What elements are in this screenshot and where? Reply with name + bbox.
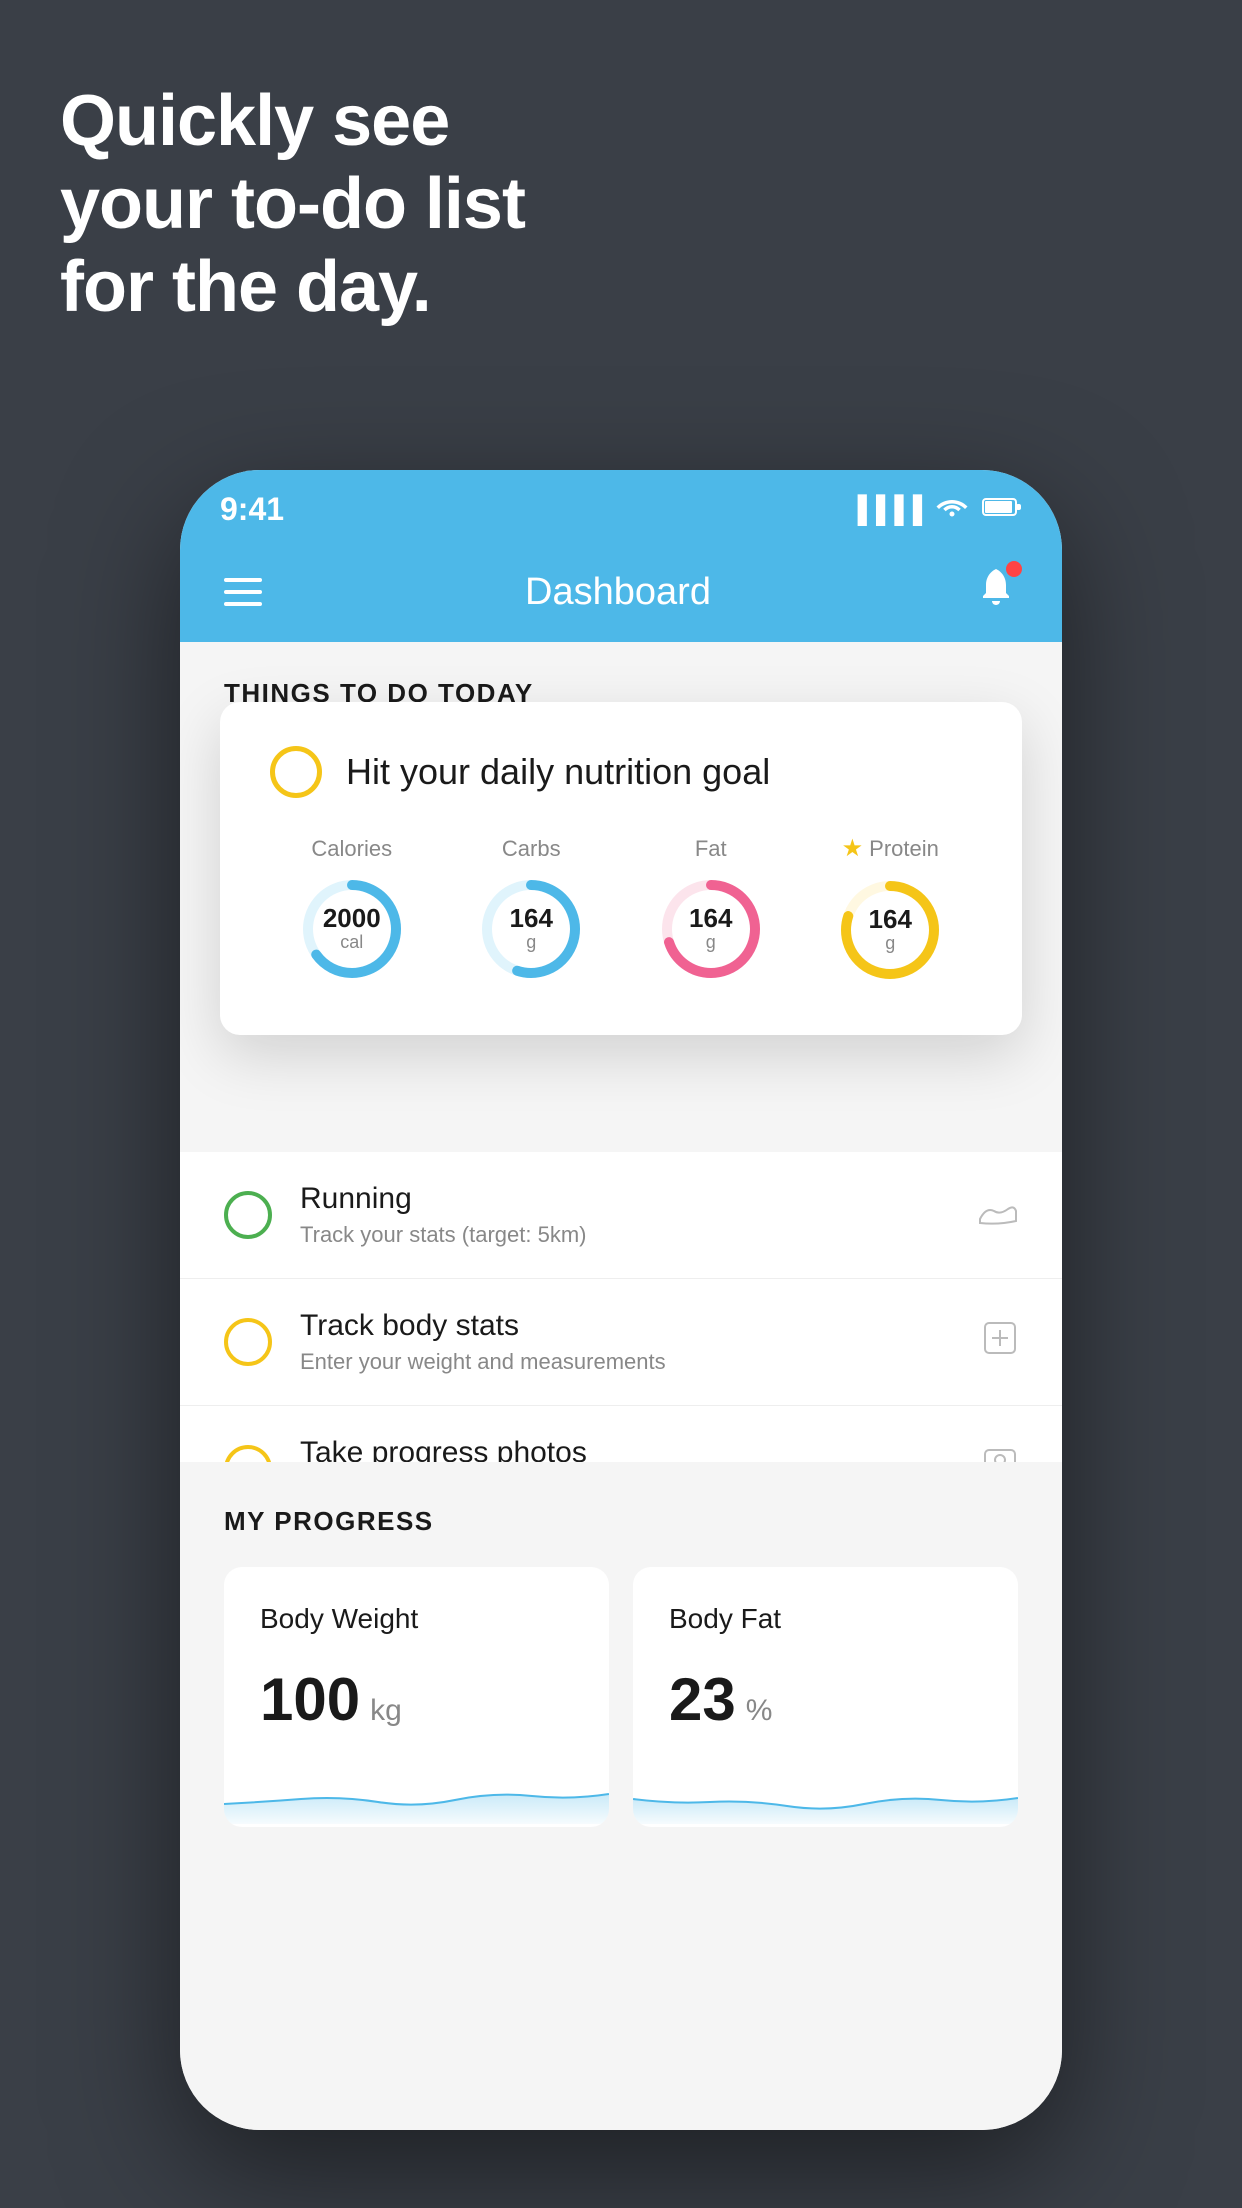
carbs-ring: 164 g: [476, 874, 586, 984]
todo-text-running: Running Track your stats (target: 5km): [300, 1182, 950, 1248]
todo-circle-running: [224, 1191, 272, 1239]
body-fat-label: Body Fat: [669, 1603, 982, 1635]
stat-protein: ★ Protein 164 g: [835, 834, 945, 985]
nutrition-stats: Calories 2000 cal Carbs: [270, 834, 972, 985]
protein-label: ★ Protein: [842, 834, 939, 863]
progress-title: MY PROGRESS: [224, 1506, 1018, 1537]
stat-calories: Calories 2000 cal: [297, 836, 407, 984]
body-weight-unit: kg: [370, 1694, 402, 1728]
todo-item-body-stats[interactable]: Track body stats Enter your weight and m…: [180, 1279, 1062, 1406]
nutrition-header: Hit your daily nutrition goal: [270, 746, 972, 798]
notification-bell-icon[interactable]: [974, 565, 1018, 619]
status-icons: ▐▐▐▐: [848, 494, 1022, 525]
body-fat-chart: [633, 1764, 1018, 1824]
progress-section: MY PROGRESS Body Weight 100 kg: [180, 1462, 1062, 1827]
content-area: THINGS TO DO TODAY Hit your daily nutrit…: [180, 642, 1062, 2130]
todo-title-body-stats: Track body stats: [300, 1309, 954, 1343]
calories-ring: 2000 cal: [297, 874, 407, 984]
todo-title-running: Running: [300, 1182, 950, 1216]
todo-text-body-stats: Track body stats Enter your weight and m…: [300, 1309, 954, 1375]
body-fat-value-row: 23 %: [669, 1665, 982, 1734]
body-weight-label: Body Weight: [260, 1603, 573, 1635]
body-fat-unit: %: [746, 1694, 773, 1728]
status-bar: 9:41 ▐▐▐▐: [180, 470, 1062, 542]
calories-value: 2000: [323, 903, 381, 933]
body-weight-card: Body Weight 100 kg: [224, 1567, 609, 1827]
fat-ring: 164 g: [656, 874, 766, 984]
hero-line2: your to-do list: [60, 163, 525, 246]
notification-dot: [1006, 561, 1022, 577]
signal-icon: ▐▐▐▐: [848, 494, 922, 525]
nutrition-status-circle: [270, 746, 322, 798]
todo-subtitle-running: Track your stats (target: 5km): [300, 1222, 950, 1248]
carbs-value: 164: [510, 903, 553, 933]
todo-circle-body-stats: [224, 1318, 272, 1366]
stat-fat: Fat 164 g: [656, 836, 766, 984]
protein-ring: 164 g: [835, 875, 945, 985]
body-weight-chart: [224, 1764, 609, 1824]
body-fat-number: 23: [669, 1665, 736, 1734]
protein-value: 164: [869, 904, 912, 934]
nutrition-card: Hit your daily nutrition goal Calories 2…: [220, 702, 1022, 1035]
hero-line1: Quickly see: [60, 80, 525, 163]
fat-value: 164: [689, 903, 732, 933]
todo-subtitle-body-stats: Enter your weight and measurements: [300, 1349, 954, 1375]
body-fat-card: Body Fat 23 %: [633, 1567, 1018, 1827]
progress-cards: Body Weight 100 kg: [224, 1567, 1018, 1827]
shoe-icon: [978, 1194, 1018, 1236]
fat-label: Fat: [695, 836, 727, 862]
status-time: 9:41: [220, 491, 284, 528]
hamburger-menu-icon[interactable]: [224, 578, 262, 606]
hero-text: Quickly see your to-do list for the day.: [60, 80, 525, 328]
todo-item-running[interactable]: Running Track your stats (target: 5km): [180, 1152, 1062, 1279]
star-icon: ★: [842, 834, 864, 863]
wifi-icon: [936, 494, 968, 525]
body-weight-value-row: 100 kg: [260, 1665, 573, 1734]
calories-label: Calories: [311, 836, 392, 862]
battery-icon: [982, 494, 1022, 525]
carbs-label: Carbs: [502, 836, 561, 862]
scale-icon: [982, 1320, 1018, 1365]
nav-bar: Dashboard: [180, 542, 1062, 642]
nav-title: Dashboard: [525, 571, 711, 614]
nutrition-title: Hit your daily nutrition goal: [346, 751, 770, 793]
phone-mockup: 9:41 ▐▐▐▐: [180, 470, 1062, 2130]
stat-carbs: Carbs 164 g: [476, 836, 586, 984]
hero-line3: for the day.: [60, 246, 525, 329]
body-weight-number: 100: [260, 1665, 360, 1734]
